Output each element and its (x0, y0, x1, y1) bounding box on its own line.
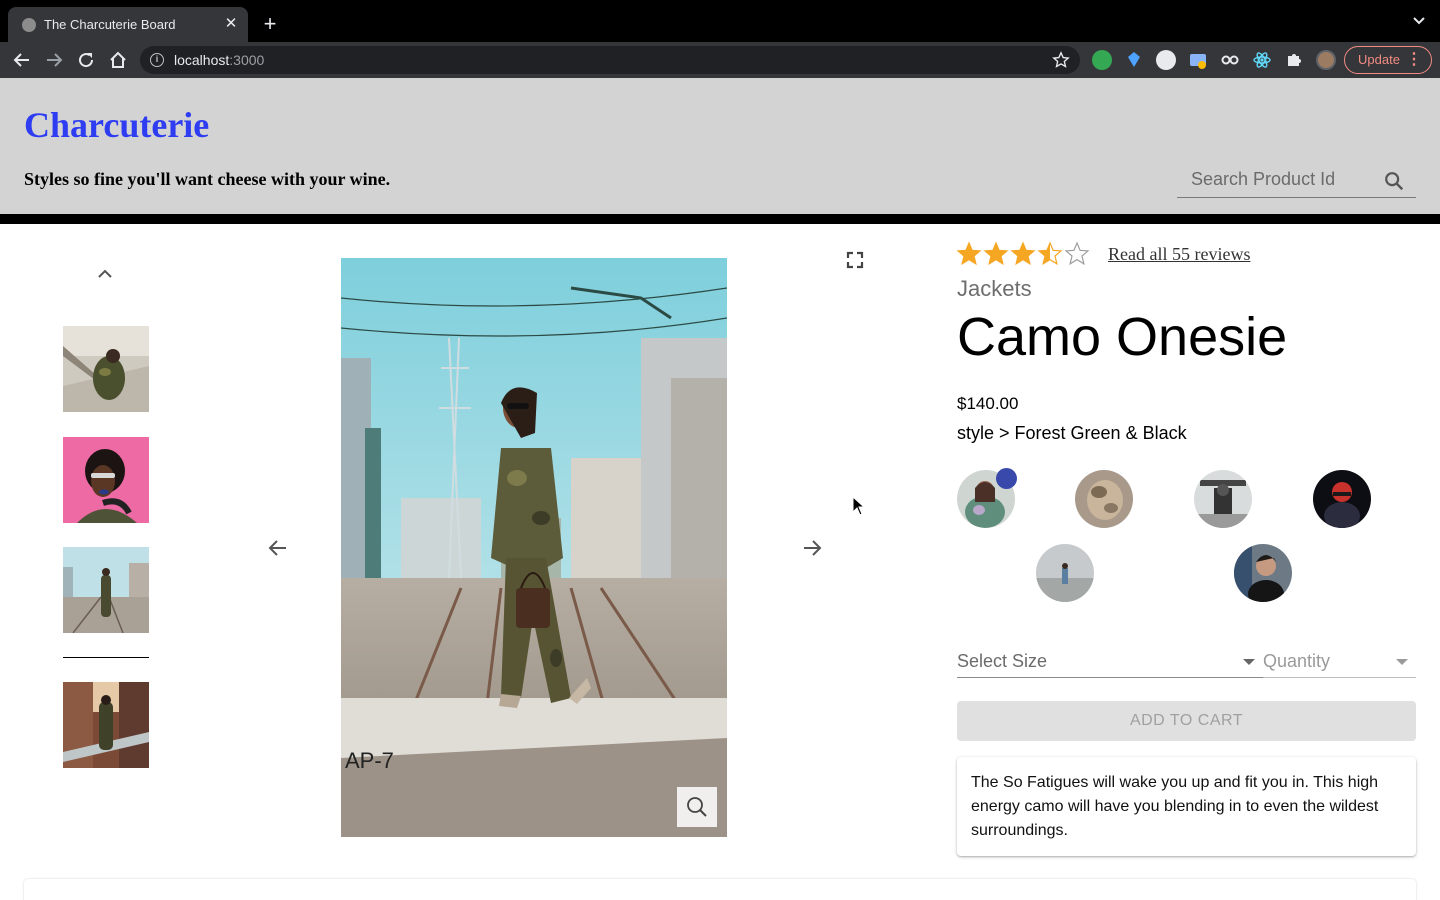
star-icon (983, 241, 1009, 266)
star-icon (956, 241, 982, 266)
home-icon[interactable] (108, 50, 128, 70)
read-reviews-link[interactable]: Read all 55 reviews (1108, 244, 1250, 265)
extensions-puzzle-icon[interactable] (1284, 50, 1304, 70)
product-price: $140.00 (957, 394, 1019, 413)
style-thumbnail[interactable] (1313, 470, 1371, 528)
product-description: The So Fatigues will wake you up and fit… (971, 774, 1379, 839)
style-thumbnail[interactable] (1194, 470, 1252, 528)
extension-gem-icon[interactable] (1124, 50, 1144, 70)
tab-search-chevron-icon[interactable] (1412, 14, 1426, 28)
zoom-button[interactable] (677, 787, 717, 827)
arrow-left-icon[interactable] (266, 536, 290, 560)
size-dropdown-arrow-icon (1243, 659, 1255, 665)
quantity-select-label: Quantity (1263, 651, 1331, 671)
style-thumbnail[interactable] (1075, 470, 1133, 528)
url-text: localhost:3000 (174, 52, 264, 68)
rating-stars-icon (956, 241, 1090, 266)
star-icon (1010, 241, 1036, 266)
new-tab-button[interactable]: + (258, 11, 282, 37)
reload-icon[interactable] (76, 50, 96, 70)
selected-style-check-icon (996, 468, 1017, 489)
bookmark-star-icon[interactable] (1052, 51, 1070, 69)
style-thumbnail[interactable] (1036, 544, 1094, 602)
thumbnail-image[interactable] (63, 437, 149, 523)
thumbnail-selected-indicator (63, 657, 149, 658)
selected-style: style > Forest Green & Black (957, 423, 1187, 443)
site-logo[interactable]: Charcuterie (24, 104, 209, 146)
product-description-card: The So Fatigues will wake you up and fit… (957, 757, 1416, 856)
product-category: Jackets (957, 276, 1032, 301)
extension-window-icon[interactable] (1188, 50, 1208, 70)
fullscreen-icon[interactable] (845, 250, 865, 270)
address-bar[interactable]: i localhost:3000 (140, 46, 1080, 74)
back-icon[interactable] (12, 50, 32, 70)
size-select[interactable]: Select Size (957, 646, 1263, 678)
add-to-cart-button[interactable]: ADD TO CART (957, 701, 1416, 741)
react-devtools-icon[interactable] (1252, 50, 1272, 70)
site-tagline: Styles so fine you'll want cheese with y… (24, 169, 391, 189)
url-port: :3000 (229, 52, 265, 68)
forward-icon[interactable] (44, 50, 64, 70)
update-button[interactable]: Update ⋮ (1344, 46, 1432, 74)
related-section-card (24, 879, 1416, 900)
browser-tab[interactable]: The Charcuterie Board ✕ (8, 7, 248, 42)
star-icon (1064, 241, 1090, 266)
svg-text:AP-7: AP-7 (345, 748, 394, 773)
thumbnail-image[interactable] (63, 682, 149, 768)
site-info-icon[interactable]: i (150, 53, 164, 67)
tab-title: The Charcuterie Board (44, 17, 176, 32)
mouse-cursor-icon (852, 496, 866, 516)
update-label: Update (1358, 52, 1400, 67)
globe-icon (22, 18, 36, 32)
extension-k-icon[interactable] (1156, 50, 1176, 70)
product-search (1177, 164, 1416, 198)
thumbnail-image[interactable] (63, 547, 149, 633)
star-rating (956, 241, 1091, 267)
main-product-image[interactable]: AP-7 (341, 258, 727, 837)
url-host: localhost (174, 52, 230, 68)
extension-glasses-icon[interactable] (1220, 50, 1240, 70)
product-title: Camo Onesie (957, 307, 1288, 367)
style-thumbnail[interactable] (1234, 544, 1292, 602)
size-select-label: Select Size (957, 651, 1048, 671)
site-header: Charcuterie Styles so fine you'll want c… (0, 78, 1440, 214)
arrow-right-icon[interactable] (800, 536, 824, 560)
header-divider (0, 214, 1440, 224)
profile-avatar[interactable] (1316, 50, 1336, 70)
tab-close-icon[interactable]: ✕ (222, 14, 240, 34)
extension-leaf-icon[interactable] (1092, 50, 1112, 70)
quantity-select[interactable]: Quantity (1263, 646, 1416, 678)
browser-toolbar: i localhost:3000 Update ⋮ (0, 42, 1440, 78)
browser-tab-strip: The Charcuterie Board ✕ + (0, 0, 1440, 42)
quantity-dropdown-arrow-icon (1396, 659, 1408, 665)
browser-menu-icon[interactable]: ⋮ (1406, 47, 1422, 73)
chevron-up-icon[interactable] (95, 264, 115, 282)
magnifier-icon (687, 797, 707, 817)
search-icon[interactable] (1383, 170, 1405, 192)
star-icon (1037, 241, 1063, 266)
search-input[interactable] (1177, 164, 1377, 194)
thumbnail-image[interactable] (63, 326, 149, 412)
